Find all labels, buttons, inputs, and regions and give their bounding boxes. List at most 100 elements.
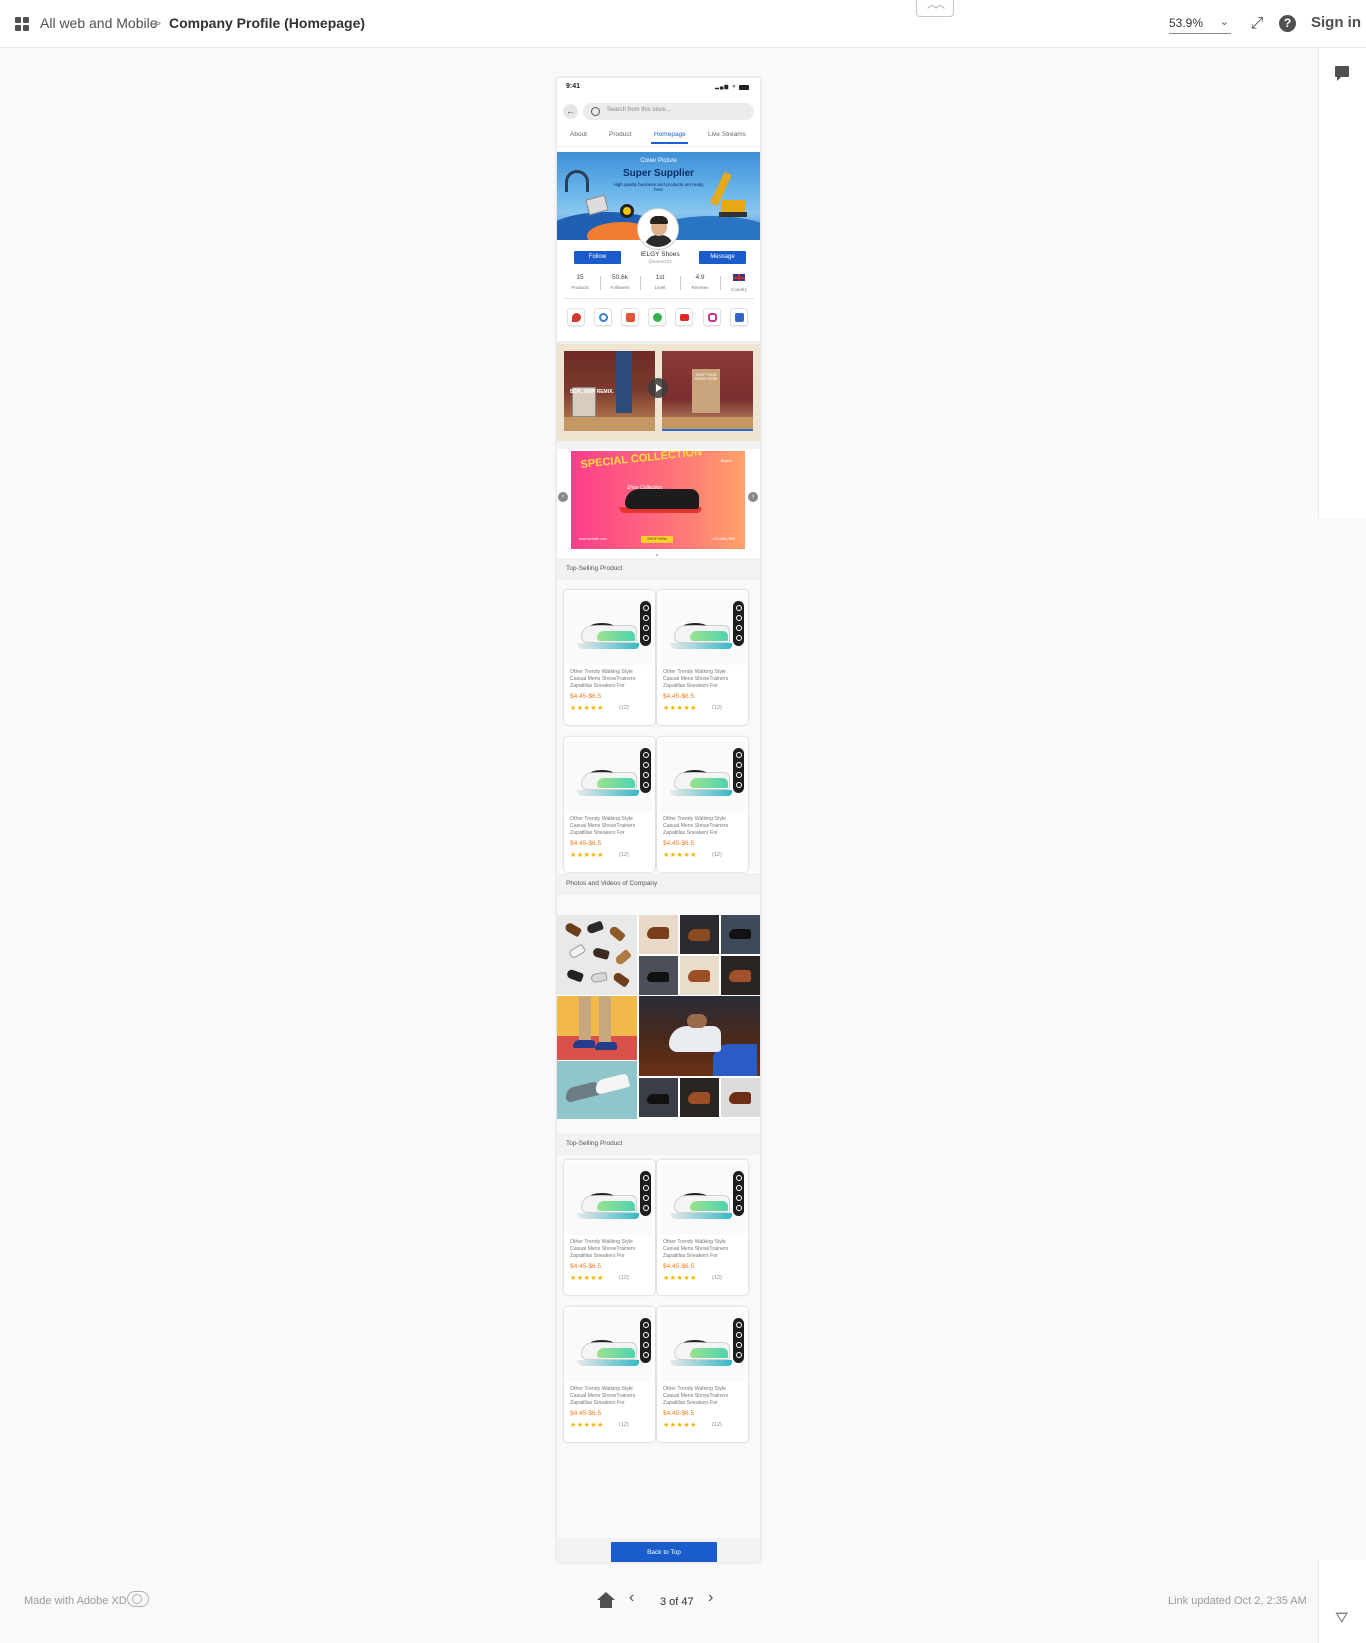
- product-card[interactable]: Other Trendy Walking Style Casual Mens Sh…: [657, 1307, 748, 1442]
- rating-stars-icon: ★★★★★: [570, 1422, 604, 1429]
- compare-icon[interactable]: [735, 1332, 742, 1338]
- gallery-photo[interactable]: [721, 1078, 760, 1117]
- gallery-photo[interactable]: [680, 956, 719, 995]
- share-icon[interactable]: [642, 782, 649, 788]
- help-icon[interactable]: ?: [1279, 15, 1296, 32]
- shop-icon[interactable]: [621, 308, 639, 326]
- share-icon[interactable]: [642, 1205, 649, 1211]
- heart-icon[interactable]: [735, 605, 742, 611]
- share-icon[interactable]: [642, 635, 649, 641]
- gallery-photo[interactable]: [639, 956, 678, 995]
- chat-icon[interactable]: [642, 625, 649, 631]
- facebook-icon[interactable]: [730, 308, 748, 326]
- heart-icon[interactable]: [735, 1322, 742, 1328]
- heart-icon[interactable]: [735, 1175, 742, 1181]
- hotspot-icon[interactable]: ⛛: [1335, 1610, 1348, 1628]
- comment-icon[interactable]: [1335, 66, 1349, 81]
- carousel-next-icon[interactable]: ›: [748, 492, 758, 502]
- instagram-icon[interactable]: [703, 308, 721, 326]
- chat-icon[interactable]: [642, 772, 649, 778]
- share-icon[interactable]: [735, 1352, 742, 1358]
- website-icon[interactable]: [594, 308, 612, 326]
- next-screen-icon[interactable]: ›: [708, 1589, 713, 1607]
- share-icon[interactable]: [735, 635, 742, 641]
- gallery-photo[interactable]: [639, 1078, 678, 1117]
- tab-about[interactable]: About: [570, 131, 587, 138]
- company-video[interactable]: BOX, SHIP REMIX. SHOP YOUR SHOES HERE: [557, 344, 760, 441]
- compare-icon[interactable]: [642, 762, 649, 768]
- back-to-top-button[interactable]: Back to Top: [611, 1542, 717, 1562]
- search-input[interactable]: Search from this store...: [583, 103, 754, 120]
- tab-homepage[interactable]: Homepage: [654, 131, 686, 138]
- active-tab-indicator: [651, 142, 688, 144]
- promo-banner[interactable]: SPECIAL COLLECTION Brand Shoe Collection…: [571, 451, 745, 549]
- product-card[interactable]: Other Trendy Walking Style Casual Mens Sh…: [564, 1307, 655, 1442]
- product-card[interactable]: Other Trendy Walking Style Casual Mens Sh…: [564, 590, 655, 725]
- product-card[interactable]: Other Trendy Walking Style Casual Mens Sh…: [657, 590, 748, 725]
- follow-button[interactable]: Follow: [574, 251, 621, 264]
- share-icon[interactable]: [642, 1352, 649, 1358]
- breadcrumb-root[interactable]: All web and Mobile: [40, 15, 158, 31]
- share-icon[interactable]: [735, 782, 742, 788]
- product-title-line: Zapatillas Sneakers For: [663, 1253, 718, 1259]
- collapse-header-icon[interactable]: ︿︿: [916, 0, 954, 17]
- product-card[interactable]: Other Trendy Walking Style Casual Mens Sh…: [564, 1160, 655, 1295]
- fullscreen-icon[interactable]: ⤢: [1247, 14, 1267, 34]
- chat-icon[interactable]: [735, 625, 742, 631]
- product-image: [567, 593, 652, 665]
- gallery-photo[interactable]: [639, 996, 760, 1076]
- apps-grid-icon[interactable]: [15, 17, 29, 31]
- zoom-select[interactable]: 53.9% ⌄: [1169, 14, 1231, 34]
- search-icon: [591, 107, 600, 116]
- compare-icon[interactable]: [735, 615, 742, 621]
- tab-product[interactable]: Product: [609, 131, 631, 138]
- chat-icon[interactable]: [735, 1195, 742, 1201]
- product-card[interactable]: Other Trendy Walking Style Casual Mens Sh…: [657, 737, 748, 872]
- tab-live-streams[interactable]: Live Streams: [708, 131, 746, 138]
- product-title-line: Other Trendy Walking Style: [663, 1386, 726, 1392]
- location-icon[interactable]: [567, 308, 585, 326]
- gallery-photo[interactable]: [721, 956, 760, 995]
- message-button[interactable]: Message: [699, 251, 746, 264]
- product-card[interactable]: Other Trendy Walking Style Casual Mens Sh…: [657, 1160, 748, 1295]
- heart-icon[interactable]: [642, 605, 649, 611]
- gallery-photo[interactable]: [557, 1061, 637, 1119]
- review-count: (12): [712, 1422, 722, 1428]
- carousel-dot[interactable]: [656, 554, 658, 556]
- chat-icon[interactable]: [735, 1342, 742, 1348]
- product-image: [660, 1310, 745, 1382]
- gallery-photo[interactable]: [557, 915, 637, 995]
- gallery-photo[interactable]: [680, 1078, 719, 1117]
- banner-shop-button[interactable]: SHOP NOW: [641, 536, 673, 543]
- compare-icon[interactable]: [735, 1185, 742, 1191]
- heart-icon[interactable]: [735, 752, 742, 758]
- chat-icon[interactable]: [642, 1342, 649, 1348]
- home-icon[interactable]: [597, 1592, 615, 1608]
- compare-icon[interactable]: [735, 762, 742, 768]
- gallery-photo[interactable]: [639, 915, 678, 954]
- gallery-photo[interactable]: [721, 915, 760, 954]
- share-icon[interactable]: [735, 1205, 742, 1211]
- play-icon[interactable]: [648, 378, 668, 398]
- gallery-photo[interactable]: [680, 915, 719, 954]
- heart-icon[interactable]: [642, 752, 649, 758]
- banner-phone: +123-456-7890: [711, 537, 735, 541]
- gallery-photo[interactable]: [557, 996, 637, 1060]
- product-card[interactable]: Other Trendy Walking Style Casual Mens Sh…: [564, 737, 655, 872]
- compare-icon[interactable]: [642, 615, 649, 621]
- product-title: Other Trendy Walking Style Casual Mens Sh…: [663, 1239, 743, 1260]
- heart-icon[interactable]: [642, 1322, 649, 1328]
- compare-icon[interactable]: [642, 1332, 649, 1338]
- back-arrow-icon[interactable]: ←: [563, 104, 578, 119]
- heart-icon[interactable]: [642, 1175, 649, 1181]
- whatsapp-icon[interactable]: [648, 308, 666, 326]
- product-title-line: Other Trendy Walking Style: [663, 669, 726, 675]
- sign-in-link[interactable]: Sign in: [1311, 14, 1361, 31]
- youtube-icon[interactable]: [675, 308, 693, 326]
- chat-icon[interactable]: [642, 1195, 649, 1201]
- chat-icon[interactable]: [735, 772, 742, 778]
- avatar[interactable]: [638, 209, 678, 249]
- compare-icon[interactable]: [642, 1185, 649, 1191]
- carousel-prev-icon[interactable]: ‹: [558, 492, 568, 502]
- previous-screen-icon[interactable]: ‹: [629, 1589, 634, 1607]
